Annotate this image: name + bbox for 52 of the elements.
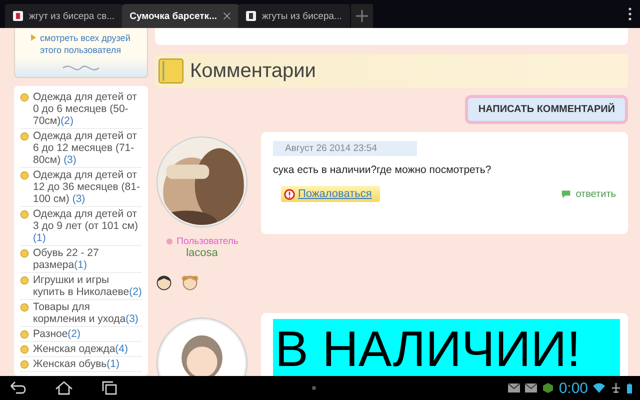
notebook-icon [158, 58, 184, 84]
browser-tab[interactable]: жгуты из бисера... [238, 4, 350, 28]
bullet-icon [20, 330, 29, 339]
bullet-icon [20, 210, 29, 219]
new-tab-button[interactable] [350, 4, 373, 28]
battery-icon [627, 382, 632, 394]
bullet-icon [20, 249, 29, 258]
category-link[interactable]: Игрушки и игры купить в Николаеве(2) [33, 274, 142, 298]
category-link[interactable]: Товары для кормления и ухода(3) [33, 301, 142, 325]
bullet-icon [20, 360, 29, 369]
bullet-icon [20, 303, 29, 312]
cube-icon [542, 383, 554, 393]
comment-text: сука есть в наличии?где можно посмотреть? [273, 164, 492, 176]
category-link[interactable]: Женская обувь(1) [33, 358, 120, 370]
category-link[interactable]: Одежда для детей от 3 до 9 лет (от 101 см) (1) [33, 208, 142, 244]
browser-tab[interactable]: жгут из бисера св... [5, 4, 123, 28]
category-link[interactable]: Одежда для детей от 0 до 6 месяцев (50-70см)(2) [33, 91, 142, 127]
site-icon [246, 11, 256, 21]
boy-icon [155, 273, 173, 291]
back-icon[interactable] [8, 381, 28, 395]
bullet-icon [20, 171, 29, 180]
comment-date: Август 26 2014 23:54 [273, 141, 417, 156]
overflow-menu-icon[interactable] [628, 7, 632, 21]
status-dot-icon [166, 238, 173, 245]
bullet-icon [20, 345, 29, 354]
plus-icon [356, 10, 368, 22]
close-icon[interactable] [222, 12, 231, 20]
clock: 0:00 [558, 380, 588, 396]
category-link[interactable]: Женская одежда(4) [33, 343, 128, 355]
wifi-icon [593, 383, 606, 393]
home-icon[interactable] [54, 381, 74, 395]
arrow-icon [31, 34, 36, 41]
site-icon [13, 11, 23, 21]
category-link[interactable]: Одежда для детей от 12 до 36 месяцев (81-100 см) (3) [33, 169, 142, 205]
speech-bubble-icon [560, 189, 571, 199]
category-link[interactable]: Разное(2) [33, 328, 81, 340]
write-comment-button[interactable]: НАПИСАТЬ КОММЕНТАРИЙ [465, 95, 628, 124]
warning-icon [284, 188, 295, 200]
category-link[interactable]: Обувь 22 - 27 размера(1) [33, 247, 142, 271]
user-role: Пользователь [176, 236, 238, 247]
girl-icon [181, 273, 199, 291]
browser-tab[interactable]: Сумочка барсетк... [122, 4, 239, 28]
category-link[interactable]: Одежда для детей от 6 до 12 месяцев (71-80см) (3) [33, 130, 142, 166]
friends-link[interactable]: смотреть всех друзей этого пользователя [40, 32, 147, 56]
dot-icon [312, 386, 316, 390]
section-title: Комментарии [190, 60, 316, 82]
comment-text: В НАЛИЧИИ! [273, 319, 620, 376]
bullet-icon [20, 276, 29, 285]
mail-icon [524, 383, 537, 393]
bullet-icon [20, 132, 29, 141]
bullet-icon [20, 93, 29, 102]
mail-icon [508, 383, 520, 393]
